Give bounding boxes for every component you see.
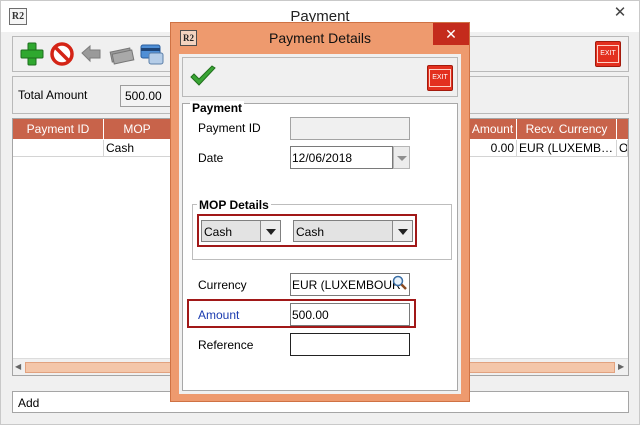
mop-details-group: MOP Details Cash Cash xyxy=(192,198,452,260)
payment-id-field xyxy=(290,117,410,140)
column-header-payment-id[interactable]: Payment ID xyxy=(13,119,104,139)
reference-field[interactable] xyxy=(290,333,410,356)
date-label: Date xyxy=(198,151,224,165)
cell-next-column[interactable]: O xyxy=(617,140,628,157)
undo-icon[interactable] xyxy=(79,41,105,67)
column-header-amount[interactable]: Amount xyxy=(469,119,517,139)
reference-label: Reference xyxy=(198,338,254,352)
column-header-recv-currency[interactable]: Recv. Currency xyxy=(517,119,617,139)
dialog-close-button[interactable]: ✕ xyxy=(433,23,469,45)
exit-label: EXIT xyxy=(597,45,619,63)
mop-subtype-select[interactable]: Cash xyxy=(293,220,413,242)
dialog-exit-label: EXIT xyxy=(429,69,451,87)
dialog-title: Payment Details xyxy=(269,30,371,46)
chevron-down-icon[interactable] xyxy=(392,221,412,241)
mop-details-label: MOP Details xyxy=(197,198,271,212)
date-picker-button[interactable] xyxy=(393,146,410,169)
currency-label: Currency xyxy=(198,278,247,292)
mop-subtype-value: Cash xyxy=(296,225,325,239)
amount-field[interactable]: 500.00 xyxy=(290,303,410,326)
search-icon[interactable] xyxy=(392,275,408,291)
add-icon[interactable] xyxy=(19,41,45,67)
save-checkmark-icon[interactable] xyxy=(188,64,218,90)
mop-type-value: Cash xyxy=(204,225,233,239)
column-header-mop[interactable]: MOP xyxy=(104,119,171,139)
mop-highlight-box: Cash Cash xyxy=(197,214,417,247)
cell-payment-id[interactable] xyxy=(13,140,104,157)
scroll-left-arrow-icon[interactable]: ◀ xyxy=(15,362,21,371)
dialog-toolbar: EXIT xyxy=(182,57,458,97)
date-field[interactable]: 12/06/2018 xyxy=(290,146,393,169)
delete-icon[interactable] xyxy=(49,41,75,67)
exit-button[interactable]: EXIT xyxy=(595,41,621,67)
cash-icon[interactable] xyxy=(109,41,135,67)
mop-type-select[interactable]: Cash xyxy=(201,220,281,242)
payment-group-label: Payment xyxy=(190,101,245,115)
dialog-titlebar: R2 Payment Details ✕ xyxy=(171,23,469,51)
dialog-body: EXIT Payment Payment ID Date 12/06/2018 … xyxy=(179,54,461,394)
chevron-down-icon xyxy=(397,156,407,161)
payment-id-label: Payment ID xyxy=(198,121,261,135)
cell-mop[interactable]: Cash xyxy=(104,140,171,157)
amount-label: Amount xyxy=(198,308,240,322)
close-window-button[interactable]: ✕ xyxy=(601,1,639,25)
scroll-right-arrow-icon[interactable]: ▶ xyxy=(618,362,624,371)
payment-details-dialog: R2 Payment Details ✕ EXIT Payment Paymen… xyxy=(170,22,470,402)
cell-amount[interactable]: 0.00 xyxy=(469,140,517,157)
cell-recv-currency[interactable]: EUR (LUXEMB… xyxy=(517,140,617,157)
payment-group: Payment Payment ID Date 12/06/2018 MOP D… xyxy=(182,101,458,391)
total-amount-label: Total Amount xyxy=(18,88,88,102)
dialog-exit-button[interactable]: EXIT xyxy=(427,65,453,91)
chevron-down-icon[interactable] xyxy=(260,221,280,241)
card-payment-icon[interactable] xyxy=(139,41,165,67)
